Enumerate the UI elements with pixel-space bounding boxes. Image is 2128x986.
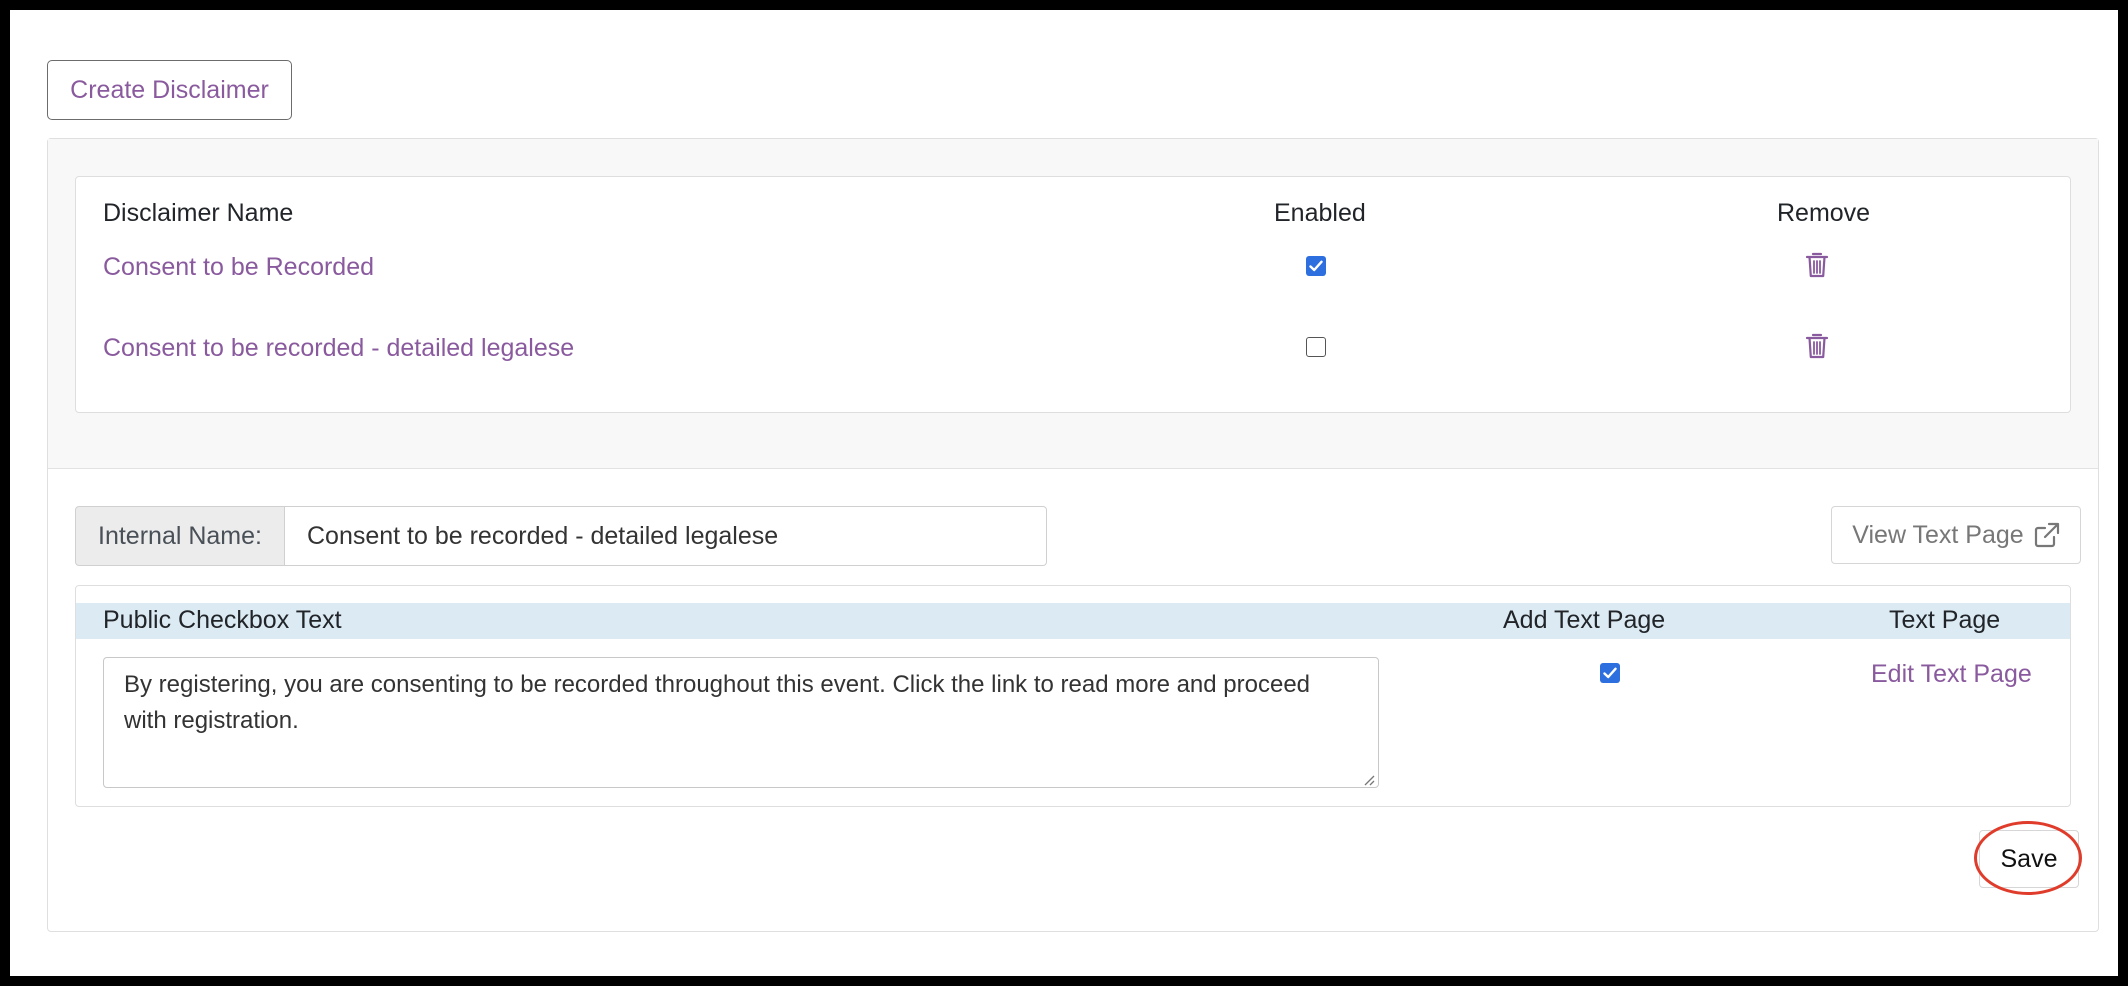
column-header-public-text: Public Checkbox Text	[103, 606, 342, 634]
column-header-enabled: Enabled	[1274, 199, 1366, 227]
disclaimer-table: Disclaimer Name Enabled Remove Consent t…	[75, 176, 2071, 413]
trash-icon[interactable]	[1805, 332, 1829, 360]
disclaimer-link[interactable]: Consent to be Recorded	[103, 253, 374, 282]
public-checkbox-textarea[interactable]: By registering, you are consenting to be…	[103, 657, 1379, 788]
add-text-page-checkbox[interactable]	[1600, 663, 1620, 683]
resize-grip-icon[interactable]	[1361, 772, 1375, 786]
view-text-page-label: View Text Page	[1852, 520, 2024, 549]
column-header-add-text-page: Add Text Page	[1503, 606, 1666, 634]
disclaimer-list-section: Disclaimer Name Enabled Remove Consent t…	[48, 139, 2098, 469]
column-header-text-page: Text Page	[1889, 606, 2001, 634]
public-checkbox-header: Public Checkbox Text Add Text Page Text …	[76, 603, 2070, 639]
public-checkbox-card: Public Checkbox Text Add Text Page Text …	[75, 585, 2071, 807]
trash-icon[interactable]	[1805, 251, 1829, 279]
column-header-remove: Remove	[1777, 199, 1871, 227]
checkmark-icon	[1309, 260, 1323, 272]
edit-text-page-link[interactable]: Edit Text Page	[1871, 660, 2032, 689]
enabled-checkbox[interactable]	[1306, 256, 1326, 276]
create-disclaimer-button[interactable]: Create Disclaimer	[47, 60, 292, 120]
internal-name-label: Internal Name:	[75, 506, 285, 566]
external-link-icon	[2034, 522, 2059, 548]
disclaimer-link[interactable]: Consent to be recorded - detailed legale…	[103, 334, 574, 363]
page: Create Disclaimer Disclaimer Name Enable…	[10, 10, 2118, 976]
column-header-name: Disclaimer Name	[103, 199, 294, 227]
internal-name-group: Internal Name:	[75, 506, 1047, 566]
internal-name-input[interactable]	[285, 506, 1047, 566]
disclaimer-panel: Disclaimer Name Enabled Remove Consent t…	[47, 138, 2099, 932]
save-button[interactable]: Save	[1979, 830, 2079, 888]
view-text-page-button[interactable]: View Text Page	[1831, 506, 2081, 564]
enabled-checkbox[interactable]	[1306, 337, 1326, 357]
checkmark-icon	[1603, 667, 1617, 679]
